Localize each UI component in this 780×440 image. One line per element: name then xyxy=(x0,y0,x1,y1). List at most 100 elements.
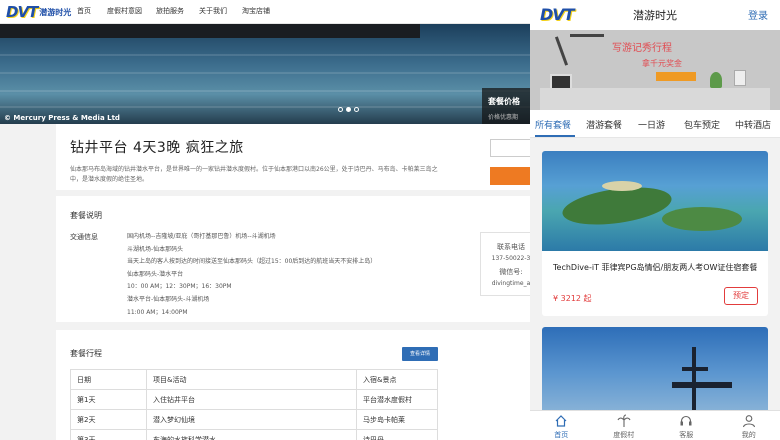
bottom-nav-label: 我的 xyxy=(741,431,756,439)
bottom-nav-label: 度假村 xyxy=(613,431,635,439)
itinerary-title: 套餐行程 xyxy=(70,349,102,358)
home-icon xyxy=(555,415,567,427)
carousel-dot[interactable] xyxy=(338,107,343,112)
bottom-nav: 首页 度假村 客服 我的 xyxy=(530,410,780,440)
table-cell: 诗巴丹 xyxy=(356,429,438,440)
transport-line: 11:00 AM；14:00PM xyxy=(127,308,188,316)
user-icon xyxy=(742,415,755,428)
category-tabs: 所有套餐 潜游套餐 一日游 包车预定 中转酒店 xyxy=(530,110,780,138)
column-header: 日期 xyxy=(70,369,147,390)
plant-illustration xyxy=(710,72,722,88)
tab-car-booking[interactable]: 包车预定 xyxy=(684,118,720,131)
table-cell: 平台潜水度假村 xyxy=(356,389,438,410)
transport-line: 国内机场--吉隆坡/亚庇（哥打基那巴鲁）机场--斗湖机场 xyxy=(127,233,276,240)
logo-text: 潜游时光 xyxy=(39,7,72,17)
mobile-header: DVT 潜游时光 登录 xyxy=(530,0,780,30)
package-header: 钻井平台 4天3晚 疯狂之旅 仙本那马布岛海域的钻井潜水平台，是世界唯一的一家钻… xyxy=(56,124,530,190)
table-row: 第3天 东海的水族科学潜水 诗巴丹 xyxy=(70,429,438,440)
hero-credit: © Mercury Press & Media Ltd xyxy=(4,114,120,122)
transport-line: 潜水平台-仙本那码头-斗湖机场 xyxy=(127,295,210,303)
hero-wave xyxy=(0,54,530,56)
table-cell: 东海的水族科学潜水 xyxy=(146,429,357,440)
price-subtitle: 价格优惠期 xyxy=(488,114,519,121)
book-now-button[interactable]: 预定 xyxy=(724,287,758,305)
beach-shape xyxy=(602,181,642,191)
transport-line: 10：00 AM；12：30PM；16：30PM xyxy=(127,283,232,291)
tab-diving-packages[interactable]: 潜游套餐 xyxy=(586,118,622,131)
tab-transit-hotel[interactable]: 中转酒店 xyxy=(735,118,771,131)
nav-photo-service[interactable]: 旅拍服务 xyxy=(156,6,184,16)
package-title: TechDive-iT 菲律宾PG岛情侣/朋友两人考OW证住宿套餐 xyxy=(553,263,758,272)
desk-illustration xyxy=(540,88,770,110)
table-cell: 潜入梦幻仙境 xyxy=(146,409,357,430)
login-link[interactable]: 登录 xyxy=(748,7,768,22)
table-header-row: 日期 项目&活动 入宿&景点 xyxy=(70,369,438,390)
package-image xyxy=(542,151,768,251)
banner-tag xyxy=(656,72,696,81)
lamp-illustration xyxy=(570,34,604,37)
headset-icon xyxy=(680,415,692,426)
itinerary-section: 套餐行程 查看详情 日期 项目&活动 入宿&景点 第1天 入住钻井平台 平台潜水… xyxy=(56,330,530,440)
carousel-dot[interactable] xyxy=(354,107,359,112)
table-cell: 第2天 xyxy=(70,409,147,430)
page-description: 仙本那马布岛海域的钻井潜水平台，是世界唯一的一家钻井潜水度假村。位于仙本那港口以… xyxy=(70,166,438,183)
table-row: 第2天 潜入梦幻仙境 马步岛卡帕莱 xyxy=(70,409,438,430)
package-price-box: 套餐价格 价格优惠期 xyxy=(482,88,530,124)
view-details-button[interactable]: 查看详情 xyxy=(402,347,438,361)
nav-about[interactable]: 关于我们 xyxy=(199,6,227,16)
package-card[interactable] xyxy=(542,327,768,417)
tab-all-packages[interactable]: 所有套餐 xyxy=(535,118,571,131)
hero-bridge-silhouette xyxy=(0,24,420,38)
hero-banner[interactable]: © Mercury Press & Media Ltd xyxy=(0,24,530,124)
transport-label: 交通信息 xyxy=(70,233,98,241)
section-title: 套餐说明 xyxy=(70,211,102,220)
transport-line: 仙本那码头-潜水平台 xyxy=(127,270,184,278)
carousel-dots xyxy=(338,107,359,112)
mobile-app: DVT 潜游时光 登录 写游记秀行程 拿千元奖金 所有套餐 潜游套餐 一日游 包… xyxy=(530,0,780,440)
contact-card: 联系电话 137-50022-3 微信号: divingtime_a xyxy=(480,232,530,296)
island-shape xyxy=(662,207,742,231)
itinerary-table: 日期 项目&活动 入宿&景点 第1天 入住钻井平台 平台潜水度假村 第2天 潜入… xyxy=(70,369,438,440)
bottom-nav-label: 客服 xyxy=(679,431,694,439)
banner-headline: 写游记秀行程 xyxy=(612,43,672,54)
tower-silhouette xyxy=(682,367,708,371)
logo-mark: DVT xyxy=(6,3,38,21)
book-button[interactable] xyxy=(490,167,530,185)
nav-taobao[interactable]: 淘宝店铺 xyxy=(242,6,270,16)
contact-title: 联系电话 xyxy=(497,243,525,251)
package-image xyxy=(542,327,768,417)
tab-day-trip[interactable]: 一日游 xyxy=(638,118,665,131)
hero-wave xyxy=(0,90,530,92)
page-title: 钻井平台 4天3晚 疯狂之旅 xyxy=(70,140,244,156)
package-card[interactable]: TechDive-iT 菲律宾PG岛情侣/朋友两人考OW证住宿套餐 ¥ 3212… xyxy=(542,151,768,316)
bottom-nav-service[interactable]: 客服 xyxy=(655,411,718,440)
contact-phone[interactable]: 137-50022-3 xyxy=(481,255,530,262)
desktop-site: DVT 潜游时光 首页 度假村意図 旅拍服务 关于我们 淘宝店铺 © Mercu… xyxy=(0,0,530,440)
bottom-nav-home[interactable]: 首页 xyxy=(530,411,593,440)
palm-tree-icon xyxy=(617,414,630,427)
column-header: 项目&活动 xyxy=(146,369,357,390)
site-logo[interactable]: DVT 潜游时光 xyxy=(6,3,71,21)
transport-line: 斗湖机场-仙本那码头 xyxy=(127,245,184,253)
table-cell: 入住钻井平台 xyxy=(146,389,357,410)
mobile-title: 潜游时光 xyxy=(633,9,677,22)
table-row: 第1天 入住钻井平台 平台潜水度假村 xyxy=(70,389,438,410)
bottom-nav-resort[interactable]: 度假村 xyxy=(593,411,656,440)
package-info-section: 套餐说明 交通信息 国内机场--吉隆坡/亚庇（哥打基那巴鲁）机场--斗湖机场 斗… xyxy=(56,196,530,322)
nav-home[interactable]: 首页 xyxy=(77,6,91,16)
bottom-nav-profile[interactable]: 我的 xyxy=(718,411,780,440)
date-input[interactable] xyxy=(490,139,530,157)
wechat-label: 微信号: xyxy=(499,268,523,276)
transport-info: 国内机场--吉隆坡/亚庇（哥打基那巴鲁）机场--斗湖机场 斗湖机场-仙本那码头 … xyxy=(127,231,376,319)
tower-silhouette xyxy=(672,382,732,388)
table-cell: 第3天 xyxy=(70,429,147,440)
wechat-id: divingtime_a xyxy=(491,280,530,287)
transport-line: 当天上岛的客人按到达的时间接送至仙本那码头（超过15：00后到达的航班当天不安排… xyxy=(127,258,377,266)
package-price: ¥ 3212 起 xyxy=(553,294,592,303)
promo-banner[interactable]: 写游记秀行程 拿千元奖金 xyxy=(530,30,780,110)
bottom-nav-label: 首页 xyxy=(554,431,569,439)
carousel-dot-active[interactable] xyxy=(346,107,351,112)
hero-wave xyxy=(0,72,530,74)
top-navbar: DVT 潜游时光 首页 度假村意図 旅拍服务 关于我们 淘宝店铺 xyxy=(0,0,530,24)
nav-resorts[interactable]: 度假村意図 xyxy=(107,6,142,16)
